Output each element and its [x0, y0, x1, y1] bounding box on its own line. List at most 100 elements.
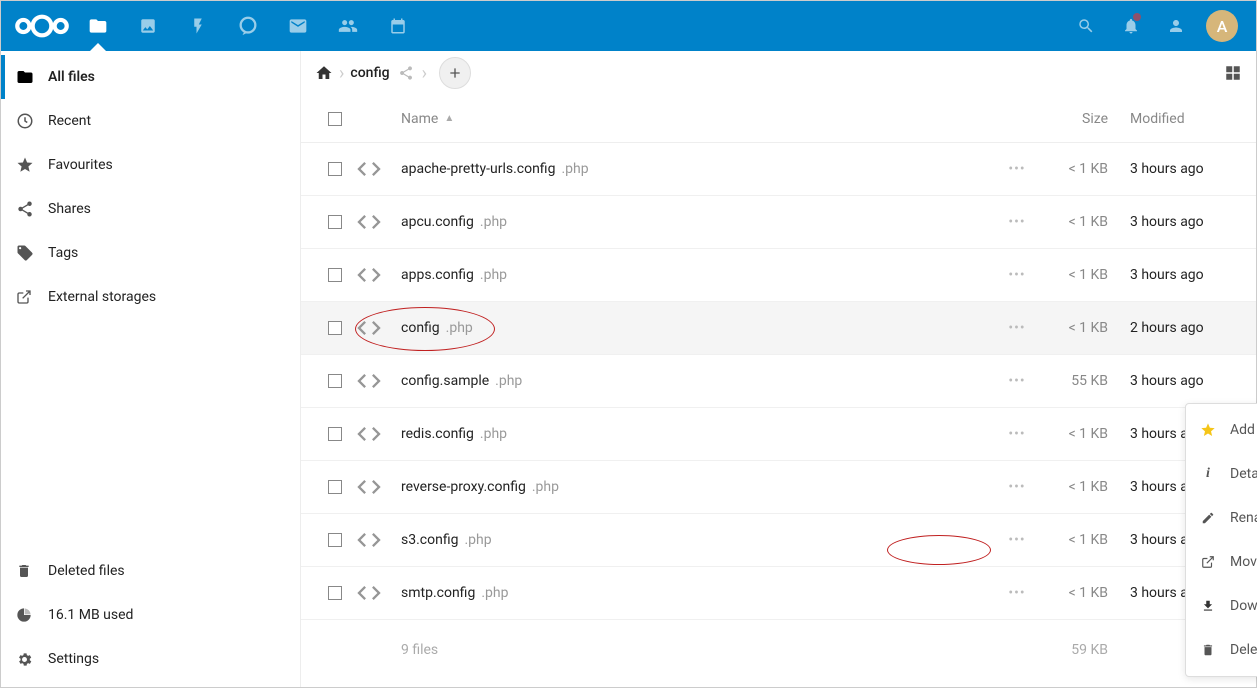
gear-icon [16, 651, 34, 668]
more-actions-button[interactable]: ••• [992, 479, 1042, 495]
sidebar-item-shares[interactable]: Shares [1, 187, 300, 231]
breadcrumb-current[interactable]: config [350, 65, 389, 81]
menu-item-rename[interactable]: Rename [1186, 496, 1257, 540]
code-file-icon [355, 367, 401, 395]
menu-item-delete[interactable]: Delete file [1186, 628, 1257, 672]
file-row[interactable]: apcu.config.php•••< 1 KB3 hours ago [301, 196, 1256, 249]
download-icon [1200, 599, 1216, 613]
nav-calendar-icon[interactable] [373, 1, 423, 51]
file-size: < 1 KB [1042, 532, 1112, 548]
sidebar-item-deleted[interactable]: Deleted files [1, 549, 300, 593]
menu-item-favourite[interactable]: Add to favourites [1186, 408, 1257, 452]
file-row[interactable]: config.php•••< 1 KB2 hours ago [301, 302, 1256, 355]
file-name[interactable]: apps.config.php [401, 267, 992, 283]
nav-mail-icon[interactable] [273, 1, 323, 51]
sort-asc-icon: ▲ [444, 113, 454, 124]
file-name[interactable]: redis.config.php [401, 426, 992, 442]
breadcrumb-separator: › [339, 63, 344, 84]
file-name[interactable]: s3.config.php [401, 532, 992, 548]
file-size: < 1 KB [1042, 267, 1112, 283]
star-icon [1200, 422, 1216, 438]
row-checkbox[interactable] [315, 374, 355, 388]
contacts-menu-icon[interactable] [1153, 1, 1198, 51]
file-size: 55 KB [1042, 373, 1112, 389]
more-actions-button[interactable]: ••• [992, 373, 1042, 389]
file-name[interactable]: reverse-proxy.config.php [401, 479, 992, 495]
file-size: < 1 KB [1042, 214, 1112, 230]
nav-activity-icon[interactable] [173, 1, 223, 51]
share-crumb-icon[interactable] [398, 65, 414, 81]
more-actions-button[interactable]: ••• [992, 320, 1042, 336]
row-checkbox[interactable] [315, 162, 355, 176]
more-actions-button[interactable]: ••• [992, 267, 1042, 283]
notifications-icon[interactable] [1108, 1, 1153, 51]
file-row[interactable]: redis.config.php•••< 1 KB3 hours ago [301, 408, 1256, 461]
file-name[interactable]: config.sample.php [401, 373, 992, 389]
pencil-icon [1200, 511, 1216, 525]
new-button[interactable] [439, 57, 471, 89]
content-area: › config › Name▲ Size Modified apache-pr… [301, 51, 1256, 687]
sidebar-item-recent[interactable]: Recent [1, 99, 300, 143]
more-actions-button[interactable]: ••• [992, 161, 1042, 177]
menu-item-move-copy[interactable]: Move or copy [1186, 540, 1257, 584]
sidebar-label: Favourites [48, 157, 113, 173]
sidebar-item-tags[interactable]: Tags [1, 231, 300, 275]
file-modified: 3 hours ago [1112, 373, 1242, 389]
breadcrumb: › config › [301, 51, 1256, 95]
row-checkbox[interactable] [315, 215, 355, 229]
code-file-icon [355, 314, 401, 342]
row-checkbox[interactable] [315, 586, 355, 600]
row-checkbox[interactable] [315, 321, 355, 335]
file-list: apache-pretty-urls.config.php•••< 1 KB3 … [301, 143, 1256, 620]
nav-gallery-icon[interactable] [123, 1, 173, 51]
home-icon[interactable] [315, 64, 333, 82]
file-size: < 1 KB [1042, 479, 1112, 495]
file-name[interactable]: smtp.config.php [401, 585, 992, 601]
file-size: < 1 KB [1042, 161, 1112, 177]
file-row[interactable]: config.sample.php•••55 KB3 hours ago [301, 355, 1256, 408]
col-header-name[interactable]: Name▲ [401, 111, 992, 127]
file-row[interactable]: apache-pretty-urls.config.php•••< 1 KB3 … [301, 143, 1256, 196]
sidebar-label: 16.1 MB used [48, 607, 133, 623]
col-header-modified[interactable]: Modified [1112, 111, 1242, 127]
view-toggle-icon[interactable] [1224, 64, 1242, 82]
file-row[interactable]: s3.config.php•••< 1 KB3 hours ago [301, 514, 1256, 567]
sidebar-item-external[interactable]: External storages [1, 275, 300, 319]
sidebar-item-settings[interactable]: Settings [1, 637, 300, 681]
code-file-icon [355, 526, 401, 554]
more-actions-button[interactable]: ••• [992, 214, 1042, 230]
file-row[interactable]: reverse-proxy.config.php•••< 1 KB3 hours… [301, 461, 1256, 514]
trash-icon [1200, 643, 1216, 657]
sidebar-item-favourites[interactable]: Favourites [1, 143, 300, 187]
nextcloud-logo[interactable] [11, 12, 73, 40]
col-header-size[interactable]: Size [1042, 111, 1112, 127]
tag-icon [16, 244, 34, 262]
nav-contacts-icon[interactable] [323, 1, 373, 51]
folder-icon [16, 68, 34, 86]
avatar[interactable]: A [1206, 10, 1238, 42]
row-checkbox[interactable] [315, 268, 355, 282]
file-name[interactable]: apache-pretty-urls.config.php [401, 161, 992, 177]
file-name[interactable]: apcu.config.php [401, 214, 992, 230]
nav-talk-icon[interactable] [223, 1, 273, 51]
row-checkbox[interactable] [315, 480, 355, 494]
select-all-checkbox[interactable] [315, 112, 355, 126]
star-icon [16, 156, 34, 174]
header-right: A [1063, 1, 1246, 51]
nav-files-icon[interactable] [73, 1, 123, 51]
sidebar-label: Settings [48, 651, 99, 667]
sidebar-item-all-files[interactable]: All files [1, 55, 300, 99]
search-icon[interactable] [1063, 1, 1108, 51]
menu-item-details[interactable]: iDetails [1186, 452, 1257, 496]
more-actions-button[interactable]: ••• [992, 532, 1042, 548]
file-row[interactable]: smtp.config.php•••< 1 KB3 hours ago [301, 567, 1256, 620]
more-actions-button[interactable]: ••• [992, 585, 1042, 601]
file-row[interactable]: apps.config.php•••< 1 KB3 hours ago [301, 249, 1256, 302]
sidebar-label: Tags [48, 245, 78, 261]
sidebar-label: Deleted files [48, 563, 125, 579]
row-checkbox[interactable] [315, 533, 355, 547]
menu-item-download[interactable]: Download [1186, 584, 1257, 628]
row-checkbox[interactable] [315, 427, 355, 441]
more-actions-button[interactable]: ••• [992, 426, 1042, 442]
file-name[interactable]: config.php [401, 320, 992, 336]
